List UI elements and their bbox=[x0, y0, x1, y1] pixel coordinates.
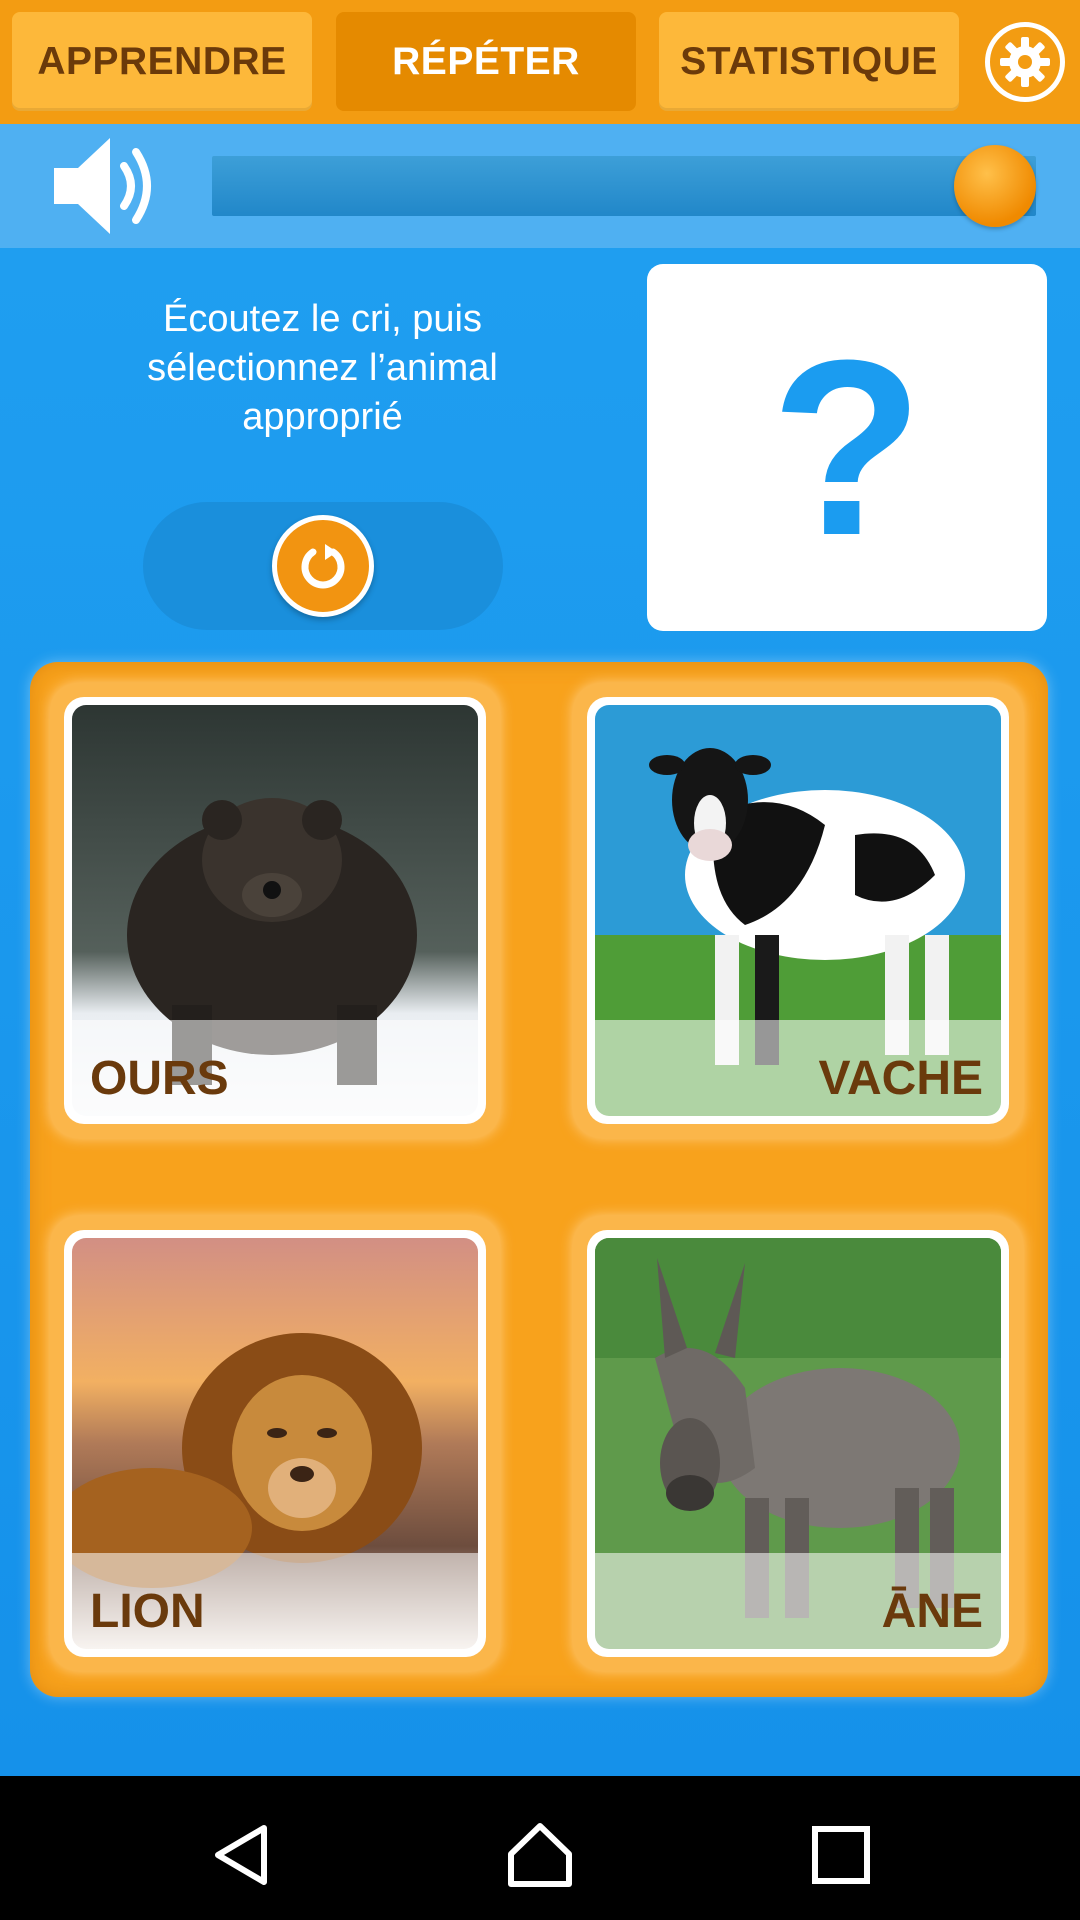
choice-ours[interactable]: OURS bbox=[50, 683, 500, 1138]
instruction-text: Écoutez le cri, puis sélectionnez l’anim… bbox=[147, 298, 498, 438]
choice-card: VACHE bbox=[587, 697, 1009, 1124]
answer-card: ? bbox=[647, 264, 1047, 631]
choice-card: ĀNE bbox=[587, 1230, 1009, 1657]
choice-label-lion: LION bbox=[90, 1585, 205, 1638]
tab-repeter[interactable]: RÉPÉTER bbox=[336, 12, 636, 111]
speaker-icon[interactable] bbox=[48, 128, 166, 244]
back-icon[interactable] bbox=[206, 1820, 276, 1890]
tab-statistique[interactable]: STATISTIQUE bbox=[659, 12, 959, 111]
choice-label-ane: ĀNE bbox=[881, 1585, 983, 1638]
gear-icon bbox=[1000, 37, 1050, 87]
choice-ane[interactable]: ĀNE bbox=[573, 1216, 1023, 1671]
choice-card: OURS bbox=[64, 697, 486, 1124]
choice-label-vache: VACHE bbox=[818, 1052, 983, 1105]
choice-vache[interactable]: VACHE bbox=[573, 683, 1023, 1138]
tab-apprendre[interactable]: APPRENDRE bbox=[12, 12, 312, 111]
choice-card: LION bbox=[64, 1230, 486, 1657]
audio-progress-knob[interactable] bbox=[954, 145, 1036, 227]
choice-lion[interactable]: LION bbox=[50, 1216, 500, 1671]
home-icon[interactable] bbox=[505, 1820, 575, 1890]
audio-progress-bar[interactable] bbox=[212, 156, 1036, 216]
replay-button[interactable] bbox=[272, 515, 374, 617]
tab-bar: APPRENDRE RÉPÉTER STATISTIQUE bbox=[0, 0, 1080, 124]
recents-icon[interactable] bbox=[806, 1820, 876, 1890]
choice-label-ours: OURS bbox=[90, 1052, 229, 1105]
question-mark: ? bbox=[770, 308, 924, 587]
replay-icon bbox=[301, 544, 345, 589]
settings-button[interactable] bbox=[985, 22, 1065, 102]
